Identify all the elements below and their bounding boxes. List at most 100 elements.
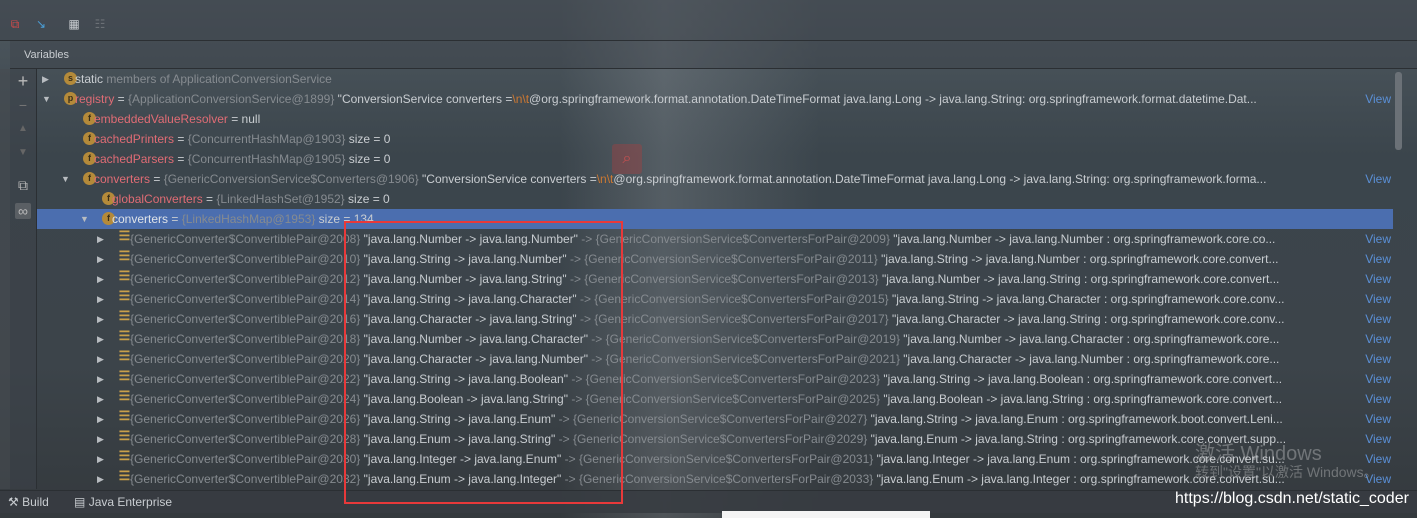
variable-type: {ApplicationConversionService@1899} [128, 92, 335, 106]
expand-arrow-icon[interactable]: ▼ [61, 169, 70, 189]
variable-type: {ConcurrentHashMap@1903} [187, 132, 346, 146]
collapse-arrow-icon[interactable]: ▶ [97, 249, 104, 269]
row-text: cachedParsers = {ConcurrentHashMap@1905}… [94, 149, 390, 169]
java-enterprise-tab[interactable]: ▤ Java Enterprise [74, 495, 172, 509]
variable-extra: size = 0 [345, 152, 391, 166]
tree-row[interactable]: ▶ ☰ {GenericConverter$ConvertiblePair@2012… [37, 269, 1393, 289]
view-link[interactable]: View [1363, 269, 1391, 289]
collapse-arrow-icon[interactable]: ▶ [42, 69, 49, 89]
collapse-arrow-icon[interactable]: ▶ [97, 309, 104, 329]
tree-row[interactable]: f embeddedValueResolver = null [37, 109, 1393, 129]
equals: = [202, 192, 217, 206]
entry-value: {GenericConversionService$ConvertersForP… [584, 272, 879, 286]
collapse-arrow-icon[interactable]: ▶ [97, 449, 104, 469]
tree-row[interactable]: ▼ p registry = {ApplicationConversionServi… [37, 89, 1393, 109]
entry-key: {GenericConverter$ConvertiblePair@2032} [130, 472, 361, 486]
view-link[interactable]: View [1363, 369, 1391, 389]
variable-name: embeddedValueResolver [94, 112, 228, 126]
build-tab[interactable]: ⚒ Build [8, 495, 49, 509]
tree-row[interactable]: ▶ ☰ {GenericConverter$ConvertiblePair@2032… [37, 469, 1393, 489]
restore-layout-icon[interactable]: ⧉ [8, 17, 22, 31]
tree-row[interactable]: f cachedPrinters = {ConcurrentHashMap@190… [37, 129, 1393, 149]
tree-row[interactable]: ▶ ☰ {GenericConverter$ConvertiblePair@2030… [37, 449, 1393, 469]
variable-string: "ConversionService converters = [334, 92, 513, 106]
windows-activation-hint: 转到"设置"以激活 Windows。 [1195, 464, 1378, 480]
entry-key: {GenericConverter$ConvertiblePair@2014} [130, 292, 361, 306]
collapse-arrow-icon[interactable]: ▶ [97, 289, 104, 309]
escape-sequence: \n\t [512, 92, 530, 106]
tree-row[interactable]: ▶ s static members of ApplicationConversio… [37, 69, 1393, 89]
tree-row[interactable]: ▶ ☰ {GenericConverter$ConvertiblePair@2020… [37, 349, 1393, 369]
view-link[interactable]: View [1363, 429, 1391, 449]
hammer-icon: ⚒ [8, 495, 19, 509]
collapse-arrow-icon[interactable]: ▶ [97, 409, 104, 429]
tree-row[interactable]: ▶ ☰ {GenericConverter$ConvertiblePair@2010… [37, 249, 1393, 269]
search-icon[interactable]: ⌕ [612, 144, 642, 174]
settings-grid-icon[interactable]: ☷ [93, 17, 107, 31]
entry-key: {GenericConverter$ConvertiblePair@2010} [130, 252, 361, 266]
row-text: {GenericConverter$ConvertiblePair@2030} … [130, 449, 1285, 469]
row-text: {GenericConverter$ConvertiblePair@2016} … [130, 309, 1285, 329]
tree-row[interactable]: ▶ ☰ {GenericConverter$ConvertiblePair@2008… [37, 229, 1393, 249]
tree-row[interactable]: ▶ ☰ {GenericConverter$ConvertiblePair@2016… [37, 309, 1393, 329]
view-link[interactable]: View [1363, 389, 1391, 409]
view-link[interactable]: View [1363, 289, 1391, 309]
variable-name: cachedParsers [94, 152, 175, 166]
collapse-arrow-icon[interactable]: ▶ [97, 349, 104, 369]
tree-row[interactable]: ▶ ☰ {GenericConverter$ConvertiblePair@2028… [37, 429, 1393, 449]
tree-row[interactable]: ▶ ☰ {GenericConverter$ConvertiblePair@2026… [37, 409, 1393, 429]
entry-key: {GenericConverter$ConvertiblePair@2020} [130, 352, 361, 366]
view-link[interactable]: View [1363, 409, 1391, 429]
variable-name: globalConverters [112, 192, 203, 206]
expand-arrow-icon[interactable]: ▼ [42, 89, 51, 109]
up-icon[interactable]: ▲ [15, 121, 31, 137]
tree-row[interactable]: ▶ ☰ {GenericConverter$ConvertiblePair@2014… [37, 289, 1393, 309]
view-link[interactable]: View [1363, 169, 1391, 189]
tree-row[interactable]: ▶ ☰ {GenericConverter$ConvertiblePair@2018… [37, 329, 1393, 349]
row-text: {GenericConverter$ConvertiblePair@2018} … [130, 329, 1279, 349]
row-text: converters = {LinkedHashMap@1953} size =… [112, 209, 374, 229]
tree-row[interactable]: ▶ ☰ {GenericConverter$ConvertiblePair@2024… [37, 389, 1393, 409]
row-text: {GenericConverter$ConvertiblePair@2014} … [130, 289, 1285, 309]
java-enterprise-label: Java Enterprise [88, 495, 173, 509]
collapse-arrow-icon[interactable]: ▶ [97, 269, 104, 289]
tree-row[interactable]: f cachedParsers = {ConcurrentHashMap@1905… [37, 149, 1393, 169]
view-link[interactable]: View [1363, 89, 1391, 109]
entry-key: {GenericConverter$ConvertiblePair@2022} [130, 372, 361, 386]
collapse-arrow-icon[interactable]: ▶ [97, 429, 104, 449]
variable-name: static [75, 72, 104, 86]
collapse-arrow-icon[interactable]: ▶ [97, 389, 104, 409]
entry-value: {GenericConversionService$ConvertersForP… [585, 372, 880, 386]
view-link[interactable]: View [1363, 229, 1391, 249]
row-text: static members of ApplicationConversionS… [75, 69, 332, 89]
entry-value-string: "java.lang.String -> java.lang.Character… [888, 292, 1285, 306]
collapse-arrow-icon[interactable]: ▶ [97, 369, 104, 389]
variable-type: {GenericConversionService$Converters@190… [163, 172, 419, 186]
view-link[interactable]: View [1363, 329, 1391, 349]
tree-row[interactable]: ▼ f converters = {LinkedHashMap@1953} size… [37, 209, 1393, 229]
collapse-arrow-icon[interactable]: ▶ [97, 469, 104, 489]
collapse-arrow-icon[interactable]: ▶ [97, 329, 104, 349]
view-link[interactable]: View [1363, 309, 1391, 329]
copy-icon[interactable]: ⧉ [15, 177, 31, 193]
view-link[interactable]: View [1363, 349, 1391, 369]
down-icon[interactable]: ▼ [15, 145, 31, 161]
row-text: cachedPrinters = {ConcurrentHashMap@1903… [94, 129, 390, 149]
collapse-arrow-icon[interactable]: ▶ [97, 229, 104, 249]
entry-key: {GenericConverter$ConvertiblePair@2026} [130, 412, 361, 426]
variables-tree: ▶ s static members of ApplicationConversio… [37, 69, 1393, 489]
remove-icon[interactable]: − [15, 97, 31, 113]
vertical-scrollbar[interactable] [1395, 72, 1402, 150]
highlight-box [344, 221, 623, 504]
expand-arrow-icon[interactable]: ▼ [80, 209, 89, 229]
evaluate-icon[interactable]: ▦ [67, 17, 81, 31]
row-text: {GenericConverter$ConvertiblePair@2028} … [130, 429, 1286, 449]
tree-row[interactable]: f globalConverters = {LinkedHashSet@1952}… [37, 189, 1393, 209]
step-cursor-icon[interactable]: ↘ [34, 17, 48, 31]
watches-icon[interactable]: ∞ [15, 203, 31, 219]
tree-row[interactable]: ▶ ☰ {GenericConverter$ConvertiblePair@2022… [37, 369, 1393, 389]
variables-header: Variables [10, 41, 1417, 69]
tree-row[interactable]: ▼ f converters = {GenericConversionService… [37, 169, 1393, 189]
view-link[interactable]: View [1363, 249, 1391, 269]
add-icon[interactable]: + [15, 72, 31, 90]
